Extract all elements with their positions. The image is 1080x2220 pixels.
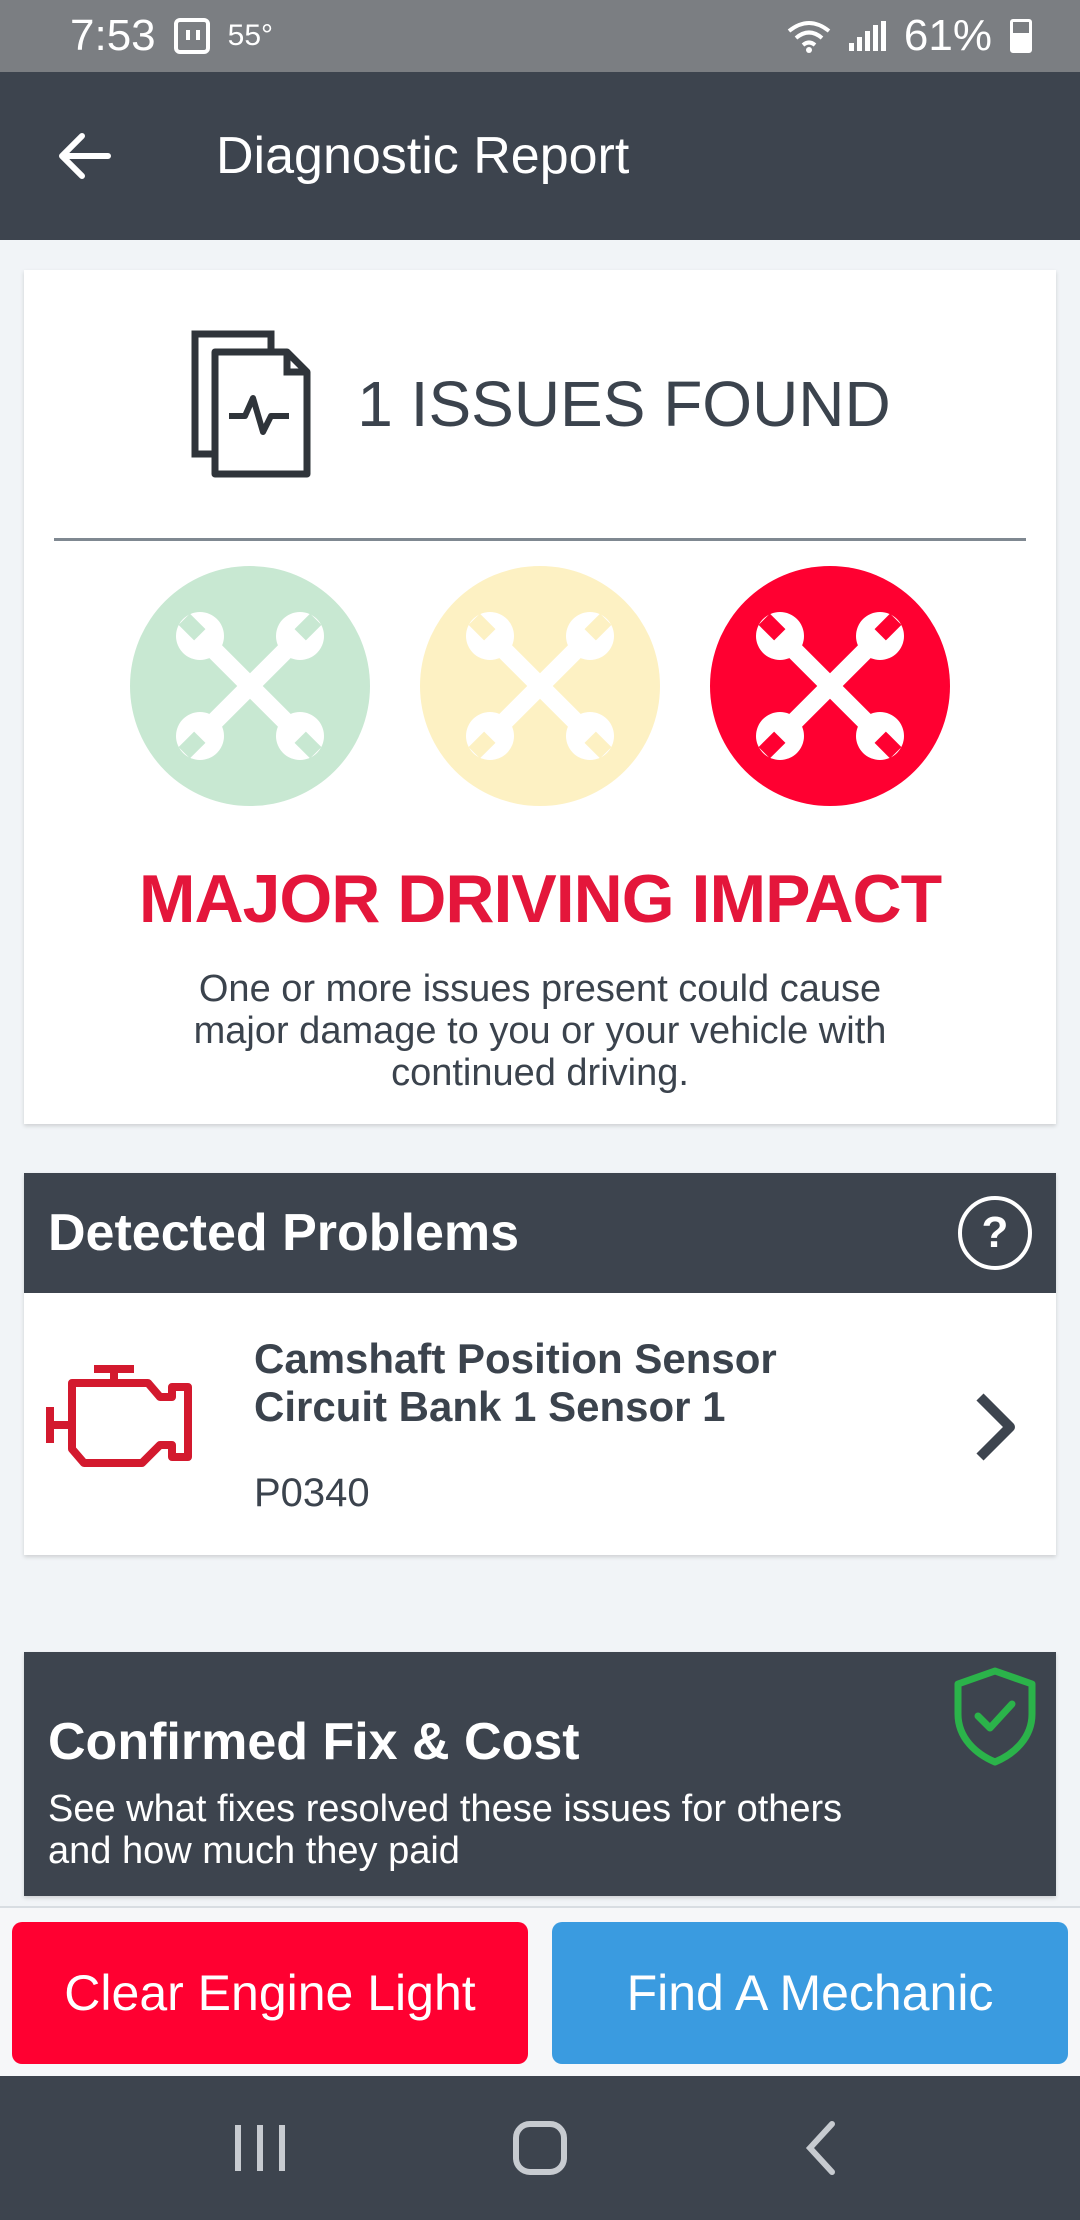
impact-title: MAJOR DRIVING IMPACT bbox=[138, 861, 942, 937]
app-bar: Diagnostic Report bbox=[0, 72, 1080, 240]
shield-check-icon bbox=[954, 1667, 1036, 1766]
home-button[interactable] bbox=[480, 2098, 600, 2198]
action-bar: Clear Engine Light Find A Mechanic bbox=[0, 1906, 1080, 2076]
battery-icon bbox=[1010, 19, 1032, 53]
page-title: Diagnostic Report bbox=[216, 127, 630, 185]
issues-found-title: 1 ISSUES FOUND bbox=[357, 368, 891, 440]
crossed-wrenches-icon bbox=[176, 612, 324, 760]
fix-description: See what fixes resolved these issues for… bbox=[48, 1788, 843, 1872]
divider bbox=[54, 538, 1026, 541]
summary-card: 1 ISSUES FOUND MAJOR DRIVING IMPACT One … bbox=[24, 270, 1056, 1124]
help-button[interactable]: ? bbox=[958, 1196, 1032, 1270]
status-bar: 7:53 55° 61% bbox=[0, 0, 1080, 72]
signal-icon bbox=[848, 21, 886, 51]
problems-title: Detected Problems bbox=[48, 1204, 520, 1262]
question-mark-icon: ? bbox=[981, 1208, 1009, 1257]
problem-item[interactable]: Camshaft Position Sensor Circuit Bank 1 … bbox=[24, 1293, 1056, 1555]
crossed-wrenches-icon bbox=[756, 612, 904, 760]
arrow-left-icon bbox=[59, 133, 111, 179]
detected-problems-card: Detected Problems ? Camshaft Position Se… bbox=[24, 1173, 1056, 1555]
wifi-icon bbox=[787, 21, 831, 53]
recent-apps-icon bbox=[235, 2125, 285, 2171]
recent-apps-button[interactable] bbox=[200, 2098, 320, 2198]
severity-minor-circle bbox=[130, 566, 370, 806]
problem-code: P0340 bbox=[254, 1471, 370, 1515]
status-left: 7:53 55° bbox=[70, 11, 273, 61]
back-button[interactable] bbox=[34, 106, 134, 206]
home-icon bbox=[513, 2121, 567, 2175]
severity-indicator bbox=[24, 566, 1056, 806]
check-engine-icon bbox=[46, 1365, 192, 1467]
status-right: 61% bbox=[787, 11, 1032, 61]
find-mechanic-button[interactable]: Find A Mechanic bbox=[552, 1922, 1068, 2064]
back-chevron-icon bbox=[805, 2121, 835, 2175]
battery-percent: 61% bbox=[903, 11, 992, 60]
chevron-right-icon bbox=[976, 1393, 1015, 1461]
fix-header: Confirmed Fix & Cost bbox=[24, 1652, 1056, 1782]
impact-description: One or more issues present could cause m… bbox=[193, 968, 887, 1094]
report-document-icon bbox=[191, 330, 311, 478]
confirmed-fix-card[interactable]: Confirmed Fix & Cost See what fixes reso… bbox=[24, 1652, 1056, 1896]
issues-row: 1 ISSUES FOUND bbox=[24, 328, 1056, 480]
fix-title: Confirmed Fix & Cost bbox=[48, 1713, 580, 1771]
system-nav-bar bbox=[0, 2076, 1080, 2220]
crossed-wrenches-icon bbox=[466, 612, 614, 760]
problem-name: Camshaft Position Sensor Circuit Bank 1 … bbox=[254, 1335, 777, 1430]
system-back-button[interactable] bbox=[760, 2098, 880, 2198]
problem-text: Camshaft Position Sensor Circuit Bank 1 … bbox=[254, 1335, 814, 1516]
problems-header: Detected Problems ? bbox=[24, 1173, 1056, 1293]
severity-major-circle bbox=[710, 566, 950, 806]
status-temperature: 55° bbox=[227, 19, 274, 52]
status-time: 7:53 bbox=[70, 11, 156, 60]
twitch-notification-icon bbox=[173, 18, 210, 54]
severity-moderate-circle bbox=[420, 566, 660, 806]
clear-engine-light-button[interactable]: Clear Engine Light bbox=[12, 1922, 528, 2064]
